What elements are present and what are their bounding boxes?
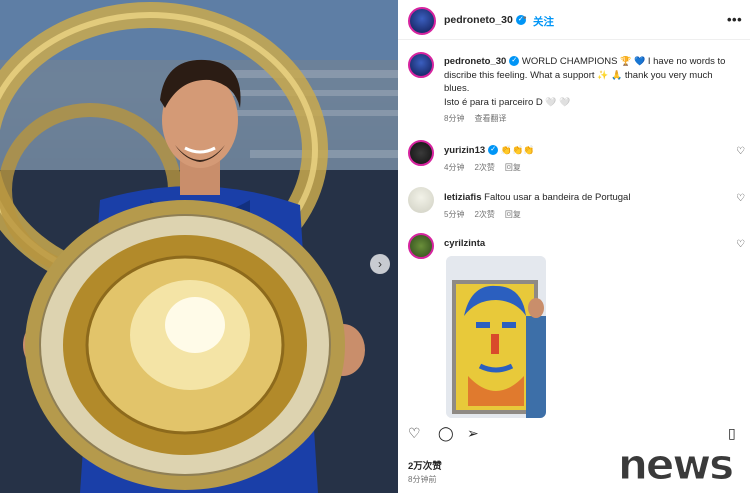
post-header: pedroneto_30 ✓ • 关注 ••• bbox=[398, 0, 750, 40]
share-icon[interactable]: ➢ bbox=[467, 425, 479, 442]
like-comment-icon[interactable]: ♡ bbox=[736, 239, 745, 250]
comment-meta: 4分钟 2次赞 回复 bbox=[444, 163, 521, 172]
more-options-icon[interactable]: ••• bbox=[727, 12, 742, 27]
trophy-emoji-icon: 🏆 bbox=[620, 56, 632, 66]
sparkles-icon: ✨ bbox=[597, 69, 609, 80]
verified-icon: ✓ bbox=[488, 145, 499, 156]
pale-hand-icon: 🤍 bbox=[545, 96, 557, 107]
next-image-button[interactable]: › bbox=[370, 254, 390, 274]
reply-button[interactable]: 回复 bbox=[505, 210, 521, 219]
verified-icon: ✓ bbox=[509, 56, 520, 67]
commenter-avatar[interactable] bbox=[408, 233, 434, 259]
blue-heart-icon: 💙 bbox=[633, 56, 646, 66]
comment-likes[interactable]: 2次赞 bbox=[474, 210, 494, 219]
post-photo[interactable]: › bbox=[0, 0, 398, 493]
commenter-username[interactable]: letiziafis bbox=[444, 192, 482, 203]
like-count[interactable]: 2万次赞 bbox=[408, 458, 442, 472]
like-comment-icon[interactable]: ♡ bbox=[736, 146, 745, 157]
news-watermark: news bbox=[617, 440, 734, 490]
comment-meta: 5分钟 2次赞 回复 bbox=[444, 210, 521, 219]
author-username[interactable]: pedroneto_30 ✓ bbox=[444, 14, 526, 26]
reply-button[interactable]: 回复 bbox=[505, 163, 521, 172]
pray-hands-icon: 🙏 bbox=[611, 69, 623, 80]
caption-avatar[interactable] bbox=[408, 52, 434, 78]
author-avatar[interactable] bbox=[408, 7, 436, 35]
clap-emoji-icon: 👏👏👏 bbox=[500, 145, 535, 155]
caption-text: pedroneto_30 ✓ WORLD CHAMPIONS 🏆 💙 I have… bbox=[444, 56, 726, 108]
post-timestamp: 8分钟前 bbox=[408, 475, 437, 484]
like-comment-icon[interactable]: ♡ bbox=[736, 193, 745, 204]
commenter-username[interactable]: yurizin13 bbox=[444, 145, 485, 156]
caption-username[interactable]: pedroneto_30 bbox=[444, 56, 506, 67]
post-sidebar: pedroneto_30 ✓ • 关注 ••• pedroneto_30 ✓ WOR… bbox=[398, 0, 750, 493]
header-separator: • bbox=[523, 13, 527, 24]
comment-text: yurizin13 ✓ 👏👏👏 bbox=[444, 144, 726, 158]
white-heart-icon: 🤍 bbox=[559, 96, 571, 107]
commenter-avatar[interactable] bbox=[408, 140, 434, 166]
cube-portrait-illustration bbox=[446, 256, 546, 418]
comment-text: letiziafis Faltou usar a bandeira de Por… bbox=[444, 192, 631, 203]
comment-icon[interactable]: ◯ bbox=[438, 425, 454, 442]
commenter-username[interactable]: cyrilzinta bbox=[444, 238, 485, 249]
comment-text: cyrilzinta bbox=[444, 237, 726, 251]
commenter-avatar[interactable] bbox=[408, 187, 434, 213]
comment-image[interactable] bbox=[446, 256, 546, 418]
comment-likes[interactable]: 2次赞 bbox=[474, 163, 494, 172]
see-translation-button[interactable]: 查看翻译 bbox=[474, 114, 506, 123]
caption-meta: 8分钟 查看翻译 bbox=[444, 114, 507, 123]
heart-icon[interactable]: ♡ bbox=[408, 425, 421, 442]
photo-illustration bbox=[0, 0, 398, 493]
follow-button[interactable]: 关注 bbox=[533, 14, 554, 29]
